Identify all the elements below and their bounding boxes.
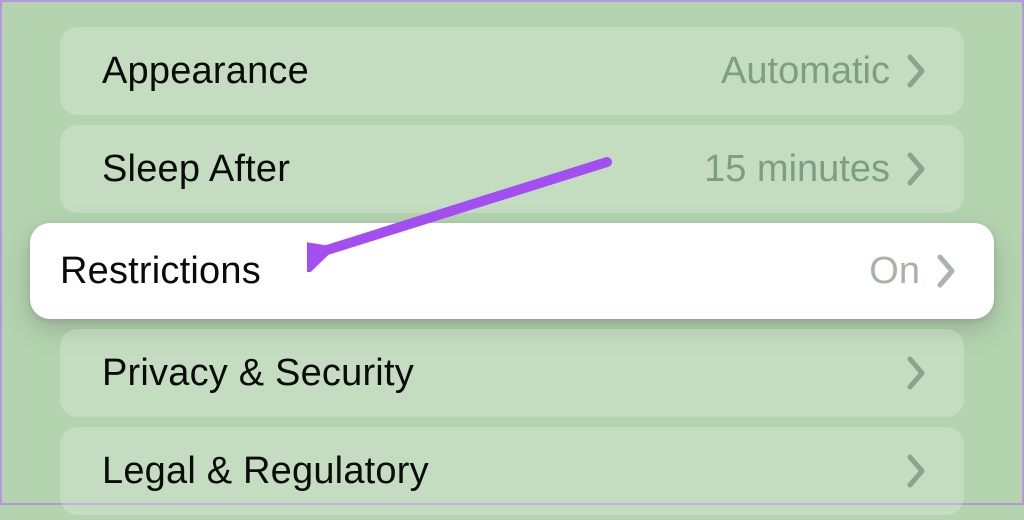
row-label: Restrictions bbox=[60, 250, 261, 293]
chevron-right-icon bbox=[906, 53, 928, 89]
row-appearance[interactable]: Appearance Automatic bbox=[60, 27, 964, 115]
chevron-right-icon bbox=[906, 151, 928, 187]
row-right: 15 minutes bbox=[704, 148, 928, 191]
row-right: On bbox=[869, 250, 958, 293]
row-right bbox=[906, 453, 928, 489]
row-legal-regulatory[interactable]: Legal & Regulatory bbox=[60, 427, 964, 515]
row-label: Sleep After bbox=[102, 148, 290, 191]
chevron-right-icon bbox=[936, 253, 958, 289]
row-privacy-security[interactable]: Privacy & Security bbox=[60, 329, 964, 417]
row-right: Automatic bbox=[721, 50, 928, 93]
chevron-right-icon bbox=[906, 355, 928, 391]
row-label: Legal & Regulatory bbox=[102, 450, 429, 493]
row-label: Privacy & Security bbox=[102, 352, 414, 395]
settings-list: Appearance Automatic Sleep After 15 minu… bbox=[2, 22, 1022, 520]
row-sleep-after[interactable]: Sleep After 15 minutes bbox=[60, 125, 964, 213]
row-label: Appearance bbox=[102, 50, 309, 93]
row-value: 15 minutes bbox=[704, 148, 890, 191]
row-value: Automatic bbox=[721, 50, 890, 93]
row-right bbox=[906, 355, 928, 391]
row-restrictions[interactable]: Restrictions On bbox=[30, 223, 994, 319]
chevron-right-icon bbox=[906, 453, 928, 489]
row-value: On bbox=[869, 250, 920, 293]
